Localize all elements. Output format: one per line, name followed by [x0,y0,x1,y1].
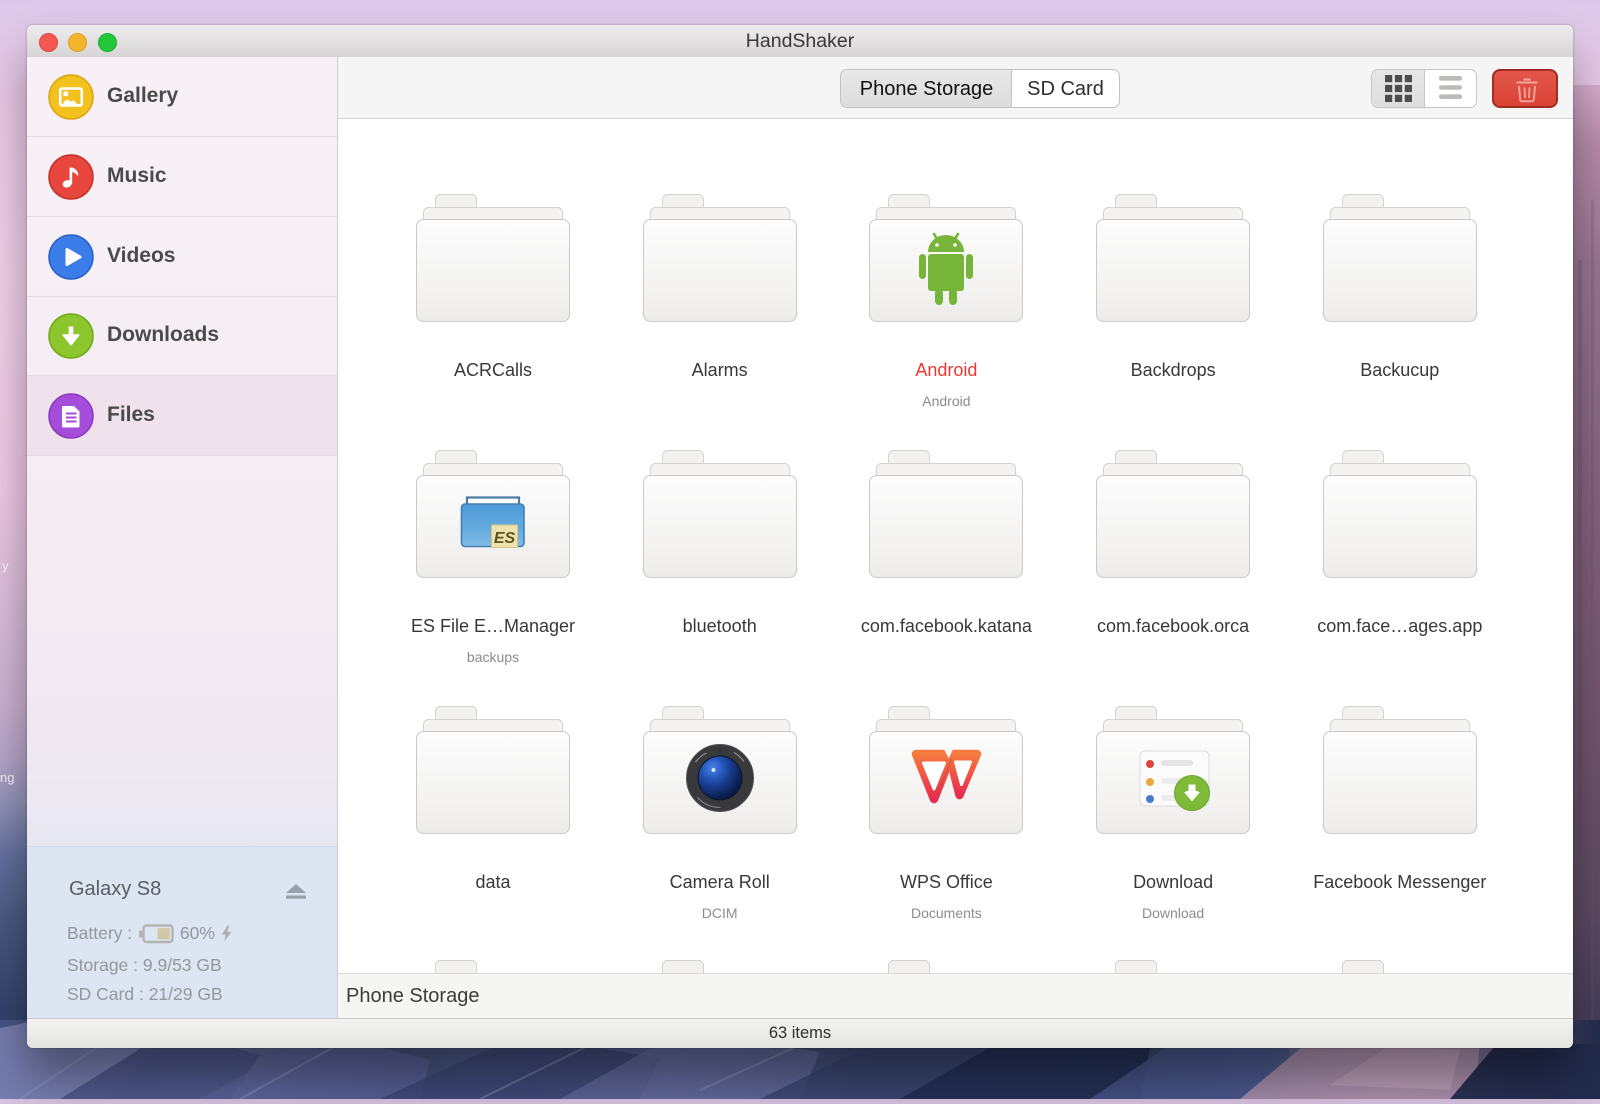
svg-text:y: y [2,558,9,573]
svg-text:ng: ng [0,770,14,785]
svg-text:ES: ES [494,530,516,547]
